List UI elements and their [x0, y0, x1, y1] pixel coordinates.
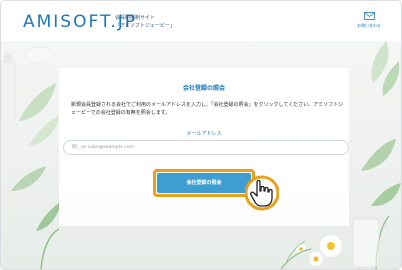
page-frame: AMISOFT.JP 会員制限制サイト 「アミソフトジェーピー」 お問い合わせ … [0, 0, 402, 270]
contact-label: お問い合わせ [357, 23, 381, 28]
card-title: 会社登録の照会 [182, 85, 225, 92]
site-header: AMISOFT.JP 会員制限制サイト 「アミソフトジェーピー」 お問い合わせ [1, 1, 401, 41]
tagline-line2: 「アミソフトジェーピー」 [115, 23, 175, 29]
tagline-line1: 会員制限制サイト [115, 15, 156, 21]
email-label: メールアドレス [186, 131, 222, 137]
card-description: 新規会員登録される会社でご利用のメールアドレスを入力し、「会社登録の照会」をクリ… [71, 102, 344, 116]
hand-pointer-icon [245, 175, 279, 211]
mail-icon [363, 12, 375, 20]
contact-link[interactable]: お問い合わせ [351, 12, 387, 29]
email-field[interactable]: 例：ac-cube@example.com [63, 140, 349, 155]
site-tagline: 会員制限制サイト 「アミソフトジェーピー」 [115, 14, 175, 30]
company-lookup-button[interactable]: 会社登録の照会 [157, 173, 251, 193]
